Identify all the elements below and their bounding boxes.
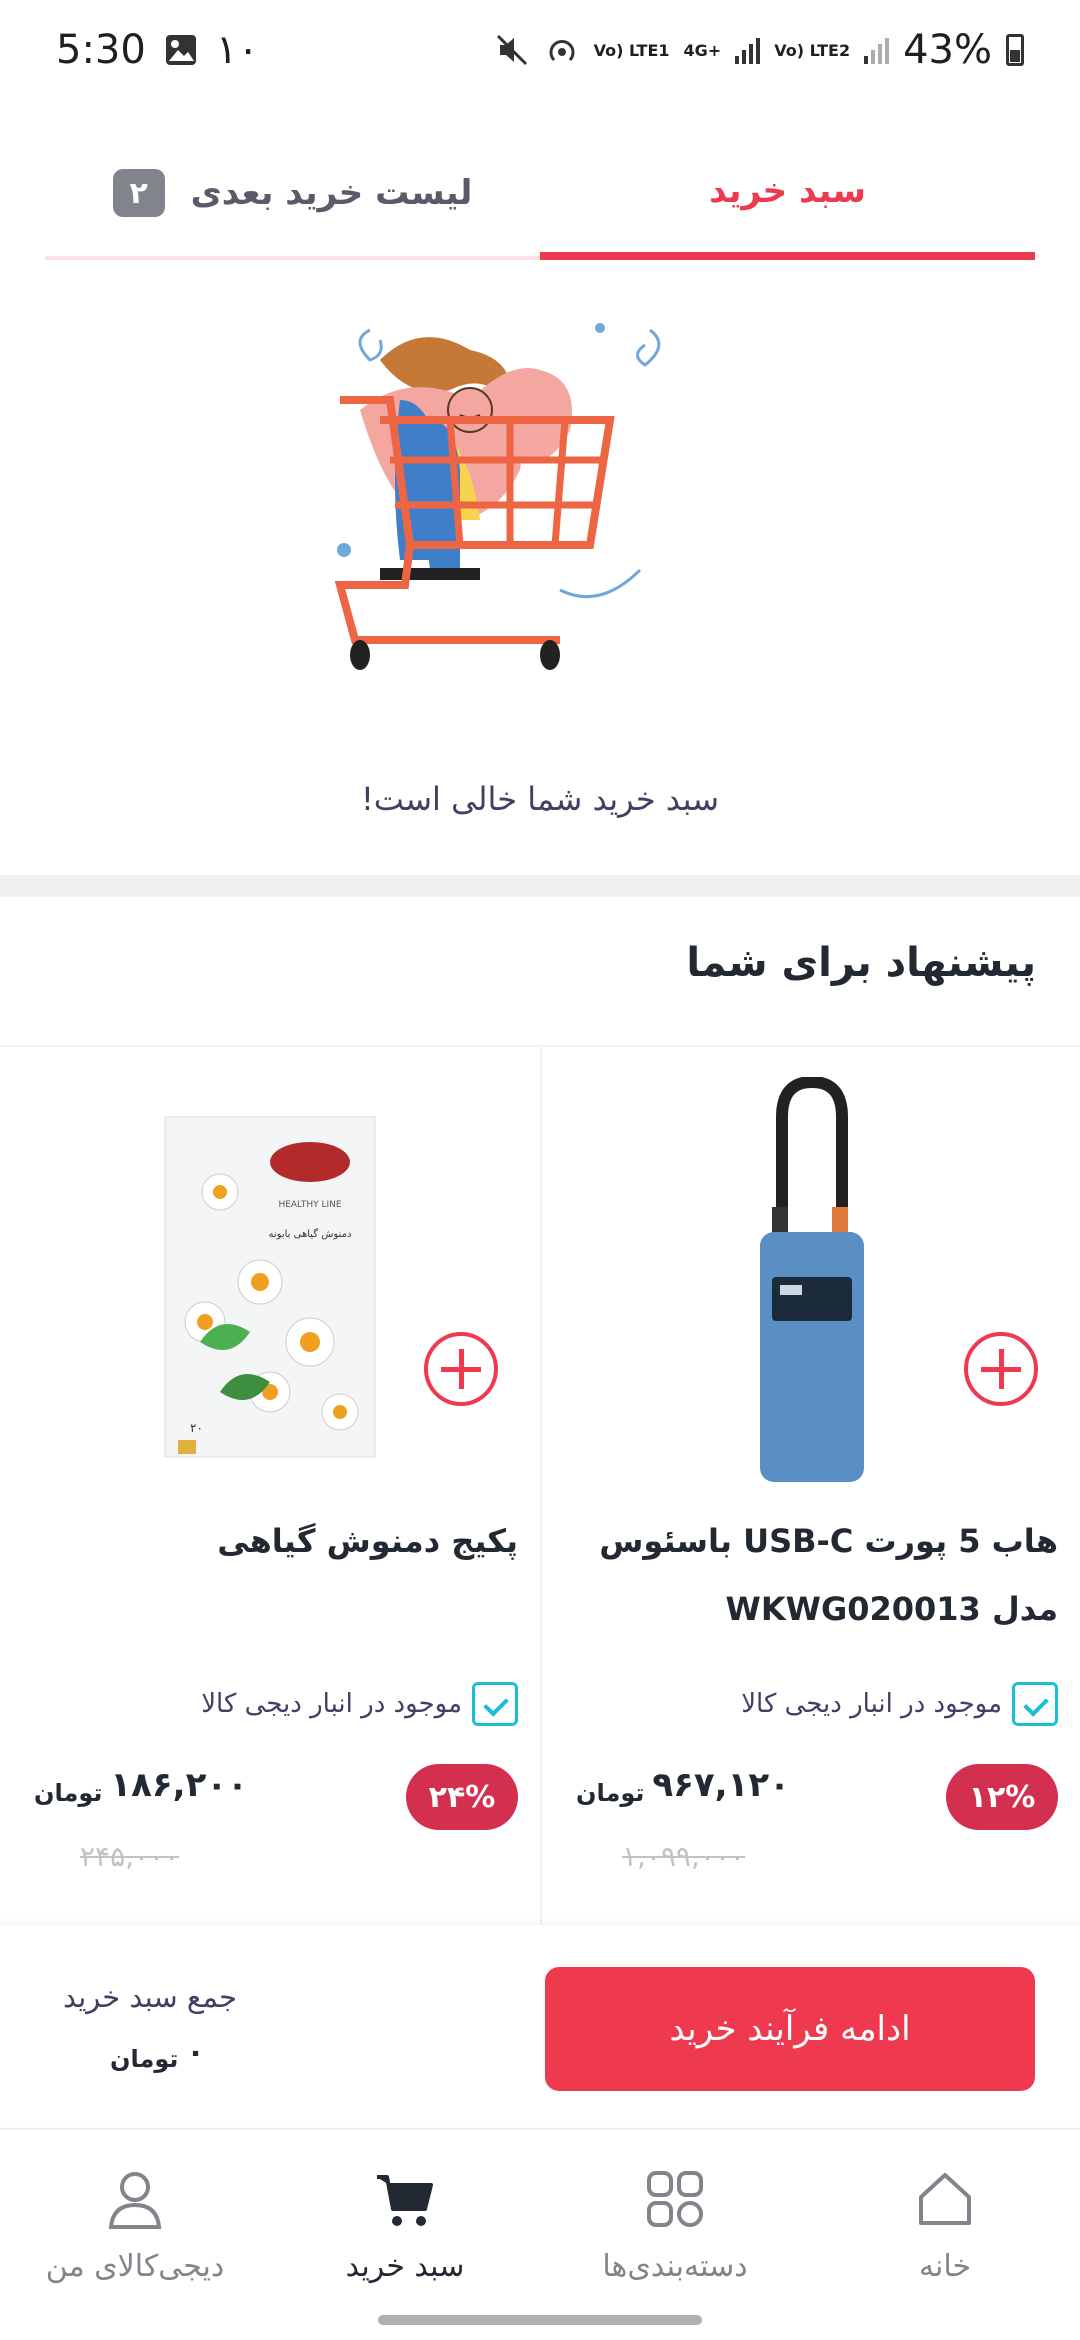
status-left: 5:30 ۱۰ <box>56 27 259 73</box>
recommendation-list: هاب 5 پورت USB-C باسئوس مدل WKWG020013 م… <box>0 1045 1080 1925</box>
stock-status: موجود در انبار دیجی کالا <box>201 1682 518 1726</box>
tab-next-list-label: لیست خرید بعدی <box>190 173 473 213</box>
stock-label: موجود در انبار دیجی کالا <box>741 1689 1002 1719</box>
lte1-indicator: Vo) LTE1 <box>593 40 670 60</box>
bottom-navigation: خانه دسته‌بندی‌ها سبد خرید دیجی‌کالای من <box>0 2128 1080 2340</box>
home-icon <box>919 2172 971 2225</box>
product-image: HEALTHY LINE دمنوش گیاهی بابونه ۲۰ <box>90 1077 450 1497</box>
currency-label: تومان <box>576 1779 645 1807</box>
nav-home[interactable]: خانه <box>810 2130 1080 2320</box>
cart-total-currency: تومان <box>110 2045 179 2073</box>
discount-badge: ۱۲% <box>946 1764 1058 1830</box>
price-value: ۱۸۶,۲۰۰ <box>110 1765 248 1805</box>
package-brand-text: HEALTHY LINE <box>278 1200 341 1210</box>
cart-total-label: جمع سبد خرید <box>62 1980 238 2014</box>
cart-tabs: سبد خرید لیست خرید بعدی ۲ <box>45 130 1035 260</box>
nav-categories[interactable]: دسته‌بندی‌ها <box>540 2130 810 2320</box>
recommendations-title: پیشنهاد برای شما <box>686 940 1036 986</box>
tab-next-list[interactable]: لیست خرید بعدی ۲ <box>45 130 540 256</box>
next-list-count-badge: ۲ <box>112 169 165 217</box>
old-price: ۲۴۵,۰۰۰ <box>80 1840 180 1873</box>
tab-cart[interactable]: سبد خرید <box>540 130 1035 260</box>
product-title: پکیج دمنوش گیاهی <box>217 1522 518 1560</box>
empty-cart-illustration <box>334 323 661 670</box>
battery-icon <box>1006 34 1024 66</box>
clock: 5:30 <box>56 27 146 73</box>
product-title: هاب 5 پورت USB-C باسئوس مدل WKWG020013 <box>599 1522 1058 1628</box>
section-divider <box>0 875 1080 897</box>
lte2-indicator: Vo) LTE2 <box>774 40 851 60</box>
tea-package-image: HEALTHY LINE دمنوش گیاهی بابونه ۲۰ <box>164 1116 376 1458</box>
mute-icon <box>496 34 527 66</box>
cart-total: ۰ تومان <box>110 2035 205 2073</box>
usb-hub-image <box>760 1077 864 1482</box>
network-type: 4G+ <box>683 40 722 60</box>
nav-my-digikala[interactable]: دیجی‌کالای من <box>0 2130 270 2320</box>
status-bar: 5:30 ۱۰ Vo) LTE1 4G+ Vo) LTE2 43% <box>0 0 1080 100</box>
product-card[interactable]: هاب 5 پورت USB-C باسئوس مدل WKWG020013 م… <box>540 1045 1080 1925</box>
battery-percent: 43% <box>903 27 992 73</box>
cart-icon <box>377 2174 433 2226</box>
user-icon <box>108 2171 162 2229</box>
tab-cart-label: سبد خرید <box>709 171 866 211</box>
package-count: ۲۰ <box>190 1421 203 1435</box>
nav-categories-label: دسته‌بندی‌ها <box>602 2248 748 2284</box>
nav-home-label: خانه <box>918 2248 972 2284</box>
categories-icon <box>647 2170 703 2227</box>
old-price: ۱,۰۹۹,۰۰۰ <box>622 1840 746 1873</box>
warehouse-check-icon <box>472 1682 518 1726</box>
package-text: دمنوش گیاهی بابونه <box>269 1228 352 1240</box>
product-image <box>632 1077 992 1497</box>
warehouse-check-icon <box>1012 1682 1058 1726</box>
add-to-cart-button[interactable] <box>964 1332 1038 1406</box>
cart-summary-bar: ادامه فرآیند خرید جمع سبد خرید ۰ تومان <box>0 1925 1080 2125</box>
continue-checkout-button[interactable]: ادامه فرآیند خرید <box>545 1967 1035 2091</box>
status-right: Vo) LTE1 4G+ Vo) LTE2 43% <box>494 27 1024 73</box>
notification-count: ۱۰ <box>215 27 259 73</box>
product-price: ۹۶۷,۱۲۰ تومان <box>576 1765 790 1807</box>
stock-status: موجود در انبار دیجی کالا <box>741 1682 1058 1726</box>
gesture-bar[interactable] <box>378 2315 702 2325</box>
stock-label: موجود در انبار دیجی کالا <box>201 1689 462 1719</box>
discount-badge: ۲۴% <box>406 1764 518 1830</box>
product-card[interactable]: HEALTHY LINE دمنوش گیاهی بابونه ۲۰ پکیج … <box>0 1045 540 1925</box>
hotspot-icon <box>549 40 575 62</box>
signal2-icon <box>864 36 890 64</box>
nav-cart[interactable]: سبد خرید <box>270 2130 540 2320</box>
product-price: ۱۸۶,۲۰۰ تومان <box>34 1765 248 1807</box>
image-notification-icon <box>165 35 196 65</box>
signal1-icon <box>735 36 761 64</box>
cart-total-value: ۰ <box>186 2035 205 2070</box>
add-to-cart-button[interactable] <box>424 1332 498 1406</box>
nav-my-digikala-label: دیجی‌کالای من <box>45 2248 225 2284</box>
empty-cart-message: سبد خرید شما خالی است! <box>360 780 720 818</box>
price-value: ۹۶۷,۱۲۰ <box>652 1765 790 1805</box>
nav-cart-label: سبد خرید <box>345 2248 465 2284</box>
currency-label: تومان <box>34 1779 103 1807</box>
